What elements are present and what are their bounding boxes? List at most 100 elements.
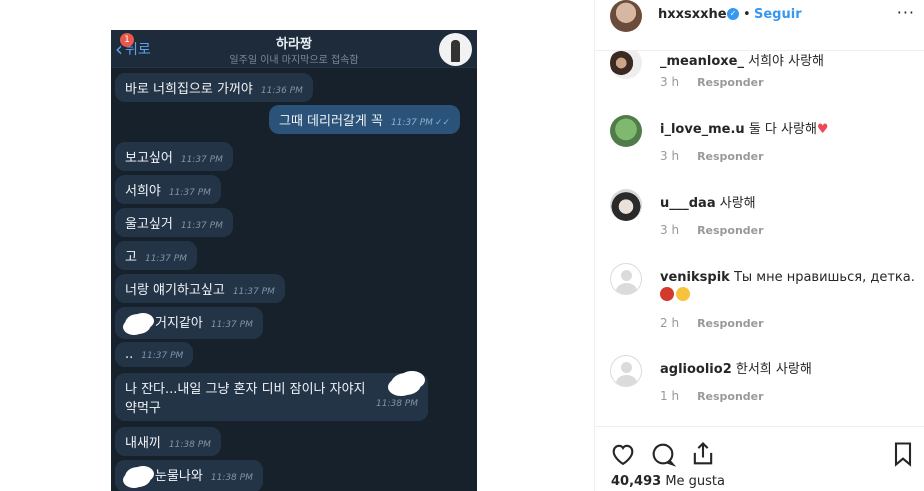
reply-button[interactable]: Responder bbox=[697, 76, 764, 89]
message-time: 11:37 PM bbox=[210, 320, 253, 330]
comment-text: venikspik Ты мне нравишься, детка. bbox=[660, 269, 915, 305]
rose-emoji-icon bbox=[660, 287, 674, 301]
post-media-area: ‹ 뒤로 1 하라짱 일주일 이내 마지막으로 접속함 바로 너희집으로 가꺼야… bbox=[0, 0, 594, 491]
share-button[interactable] bbox=[689, 440, 717, 468]
follow-button[interactable]: Seguir bbox=[754, 7, 802, 22]
chat-message: 나 잔다...내일 그냥 혼자 디비 잠이나 자야지 약먹구 11:38 PM bbox=[115, 373, 428, 421]
message-time: 11:37 PM bbox=[141, 351, 184, 361]
chat-message: 거지같아 11:37 PM bbox=[115, 307, 263, 339]
reply-button[interactable]: Responder bbox=[697, 224, 764, 237]
avatar[interactable] bbox=[610, 51, 642, 79]
comment-text: u___daa 사랑해 bbox=[660, 195, 915, 213]
message-time: 11:38 PM bbox=[376, 399, 418, 409]
comment-username[interactable]: aglioolio2 bbox=[660, 362, 732, 377]
double-check-icon: ✓✓ bbox=[434, 118, 451, 128]
chat-message: 고 11:37 PM bbox=[115, 241, 197, 270]
reply-button[interactable]: Responder bbox=[697, 150, 764, 163]
message-time: 11:37 PM bbox=[390, 118, 433, 128]
post-sidebar: _meanloxe_ 서희야 사랑해 3 h Responder i_love_m… bbox=[594, 0, 924, 491]
comment-icon bbox=[652, 443, 677, 467]
likes-label: Me gusta bbox=[665, 474, 725, 489]
comment-text: _meanloxe_ 서희야 사랑해 bbox=[660, 53, 915, 71]
bookmark-icon bbox=[894, 442, 912, 467]
message-time: 11:37 PM bbox=[180, 221, 223, 231]
comment-username[interactable]: venikspik bbox=[660, 270, 730, 285]
comment-body: 서희야 사랑해 bbox=[748, 54, 825, 69]
comment-body: 사랑해 bbox=[719, 196, 756, 211]
message-time: 11:37 PM bbox=[232, 287, 275, 297]
comment-meta: 3 h Responder bbox=[660, 75, 764, 89]
comments-list[interactable]: _meanloxe_ 서희야 사랑해 3 h Responder i_love_m… bbox=[595, 51, 924, 426]
comment-meta: 3 h Responder bbox=[660, 223, 764, 237]
message-time: 11:37 PM bbox=[144, 254, 187, 264]
chat-message: 너랑 얘기하고싶고 11:37 PM bbox=[115, 274, 285, 303]
verified-badge-icon: ✓ bbox=[727, 8, 739, 20]
message-text: 바로 너희집으로 가꺼야 bbox=[125, 82, 253, 97]
heart-emoji-icon: ♥ bbox=[816, 122, 829, 137]
comment-time[interactable]: 3 h bbox=[660, 75, 679, 89]
message-time: 11:37 PM bbox=[180, 155, 223, 165]
censor-blob bbox=[391, 373, 421, 395]
like-button[interactable] bbox=[609, 440, 637, 468]
instagram-post-view: ‹ 뒤로 1 하라짱 일주일 이내 마지막으로 접속함 바로 너희집으로 가꺼야… bbox=[0, 0, 924, 491]
message-text: 거지같아 bbox=[155, 316, 203, 331]
message-text-line2: 약먹구 bbox=[125, 401, 161, 416]
avatar[interactable] bbox=[610, 263, 642, 295]
reply-button[interactable]: Responder bbox=[697, 390, 764, 403]
comment-text: i_love_me.u 둘 다 사랑해♥ bbox=[660, 121, 915, 139]
chat-message: 울고싶거 11:37 PM bbox=[115, 208, 233, 237]
heart-icon bbox=[612, 444, 634, 466]
comment-username[interactable]: i_love_me.u bbox=[660, 122, 745, 137]
save-button[interactable] bbox=[889, 440, 917, 468]
message-text: .. bbox=[125, 347, 134, 362]
message-text: 내새끼 bbox=[125, 436, 161, 451]
chat-message: 내새끼 11:38 PM bbox=[115, 427, 221, 456]
share-icon bbox=[693, 442, 713, 465]
post-actions: 40,493 Me gusta bbox=[595, 426, 924, 491]
separator-dot: • bbox=[743, 7, 751, 22]
message-time: 11:37 PM bbox=[168, 188, 211, 198]
comment-text: aglioolio2 한서희 사랑해 bbox=[660, 361, 915, 379]
comment-body: 둘 다 사랑해 bbox=[748, 122, 817, 137]
message-text: 나 잔다...내일 그냥 혼자 디비 잠이나 자야지 bbox=[125, 382, 366, 397]
chat-message: 바로 너희집으로 가꺼야 11:36 PM bbox=[115, 73, 313, 102]
comment-time[interactable]: 3 h bbox=[660, 223, 679, 237]
comment-button[interactable] bbox=[649, 440, 677, 468]
message-text: 보고싶어 bbox=[125, 151, 173, 166]
message-time: 11:38 PM bbox=[210, 473, 253, 483]
comment-username[interactable]: _meanloxe_ bbox=[660, 54, 744, 69]
message-text: 그때 데리러갈게 꼭 bbox=[279, 114, 383, 129]
likes-summary[interactable]: 40,493 Me gusta bbox=[611, 474, 725, 489]
message-text: 너랑 얘기하고싶고 bbox=[125, 283, 225, 298]
censor-blob bbox=[125, 466, 151, 487]
avatar[interactable] bbox=[610, 189, 642, 221]
post-username[interactable]: hxxsxxhee bbox=[658, 7, 735, 22]
more-options-icon[interactable]: ··· bbox=[897, 3, 915, 22]
chat-status: 일주일 이내 마지막으로 접속함 bbox=[229, 55, 359, 66]
message-text: 눈물나와 bbox=[155, 469, 203, 484]
comment-meta: 2 h Responder bbox=[660, 316, 764, 330]
comment-time[interactable]: 2 h bbox=[660, 316, 679, 330]
chat-header: ‹ 뒤로 1 하라짱 일주일 이내 마지막으로 접속함 bbox=[111, 30, 477, 68]
avatar[interactable] bbox=[610, 115, 642, 147]
likes-count: 40,493 bbox=[611, 474, 662, 489]
avatar[interactable] bbox=[610, 355, 642, 387]
reply-button[interactable]: Responder bbox=[697, 317, 764, 330]
post-header: hxxsxxhee ✓ • Seguir ··· bbox=[595, 0, 924, 51]
avatar[interactable] bbox=[610, 0, 642, 32]
comment-body: Ты мне нравишься, детка. bbox=[733, 270, 915, 285]
comment-time[interactable]: 1 h bbox=[660, 389, 679, 403]
chat-message: 눈물나와 11:38 PM bbox=[115, 460, 263, 491]
comment-meta: 1 h Responder bbox=[660, 389, 764, 403]
comment-meta: 3 h Responder bbox=[660, 149, 764, 163]
comment-username[interactable]: u___daa bbox=[660, 196, 716, 211]
comment-body: 한서희 사랑해 bbox=[735, 362, 812, 377]
chat-name: 하라짱 bbox=[276, 37, 312, 52]
message-time: 11:38 PM bbox=[168, 440, 211, 450]
kiss-emoji-icon bbox=[676, 287, 690, 301]
post-image[interactable]: ‹ 뒤로 1 하라짱 일주일 이내 마지막으로 접속함 바로 너희집으로 가꺼야… bbox=[111, 30, 477, 491]
chat-message-outgoing: 그때 데리러갈게 꼭 11:37 PM ✓✓ bbox=[269, 105, 461, 134]
comment-time[interactable]: 3 h bbox=[660, 149, 679, 163]
message-time: 11:36 PM bbox=[260, 86, 303, 96]
chat-message: .. 11:37 PM bbox=[115, 342, 194, 367]
